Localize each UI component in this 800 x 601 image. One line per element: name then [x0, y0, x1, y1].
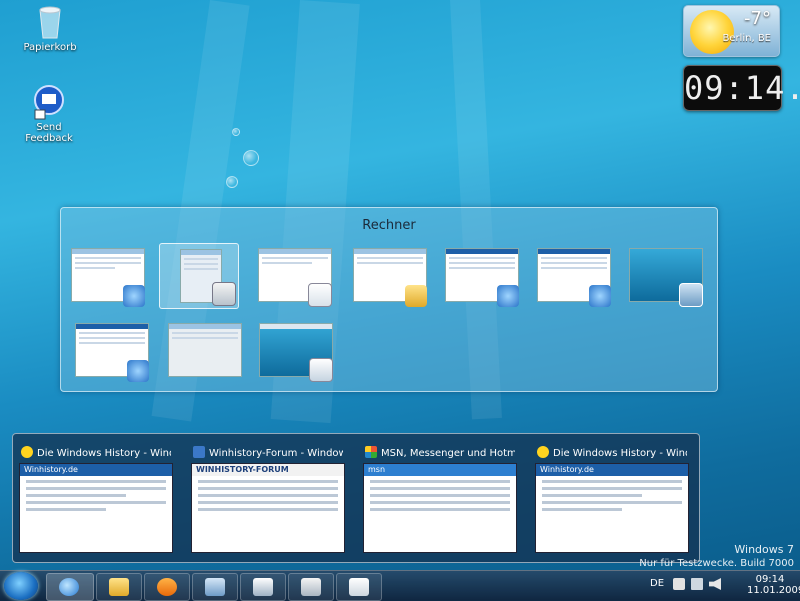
network-icon[interactable] [691, 578, 703, 590]
paint-icon [309, 358, 333, 382]
preview-thumbnail: WINHISTORY-FORUM [191, 463, 345, 553]
calculator-icon [212, 282, 236, 306]
taskbar-time: 09:14 [755, 574, 785, 585]
folder-icon [405, 285, 427, 307]
preview-window-2[interactable]: Winhistory-Forum - Windows I... WINHISTO… [185, 434, 345, 562]
preview-title: MSN, Messenger und Hotmail s... [381, 448, 515, 459]
browser-icon [497, 285, 519, 307]
preview-window-1[interactable]: Die Windows History - Window... Winhisto… [13, 434, 173, 562]
switcher-thumb-document[interactable] [254, 243, 334, 309]
build-watermark: Nur für Testzwecke. Build 7000 [639, 558, 794, 569]
preview-site-header: WINHISTORY-FORUM [192, 464, 344, 476]
language-indicator[interactable]: DE [650, 578, 664, 589]
show-desktop-icon [679, 283, 703, 307]
taskbar-document[interactable] [336, 573, 382, 601]
media-player-icon [157, 578, 177, 596]
feedback-icon [32, 84, 66, 120]
smiley-site-icon [21, 446, 33, 458]
switcher-thumb-browser[interactable] [67, 243, 147, 309]
internet-explorer-icon [59, 578, 79, 596]
preview-site-header: Winhistory.de [536, 464, 688, 476]
preview-site-header: msn [364, 464, 516, 476]
window-thumbnail [168, 323, 242, 377]
taskbar-preview-group: Die Windows History - Window... Winhisto… [12, 433, 700, 563]
taskbar-explorer[interactable] [96, 573, 142, 601]
preview-window-3[interactable]: MSN, Messenger und Hotmail s... msn [357, 434, 517, 562]
switcher-thumb-desktop[interactable] [625, 243, 705, 309]
weather-city: Berlin, BE [722, 33, 771, 44]
taskbar-calculator[interactable] [288, 573, 334, 601]
desktop-icon-recycle-bin[interactable]: Papierkorb [15, 4, 85, 53]
folder-icon [109, 578, 129, 596]
switcher-thumb-explorer[interactable] [349, 243, 429, 309]
window-switcher: Rechner [60, 207, 718, 392]
preview-thumbnail: msn [363, 463, 517, 553]
weather-temperature: -7° [744, 8, 771, 29]
sun-icon [690, 10, 734, 54]
recycle-bin-icon [33, 4, 67, 40]
document-icon [308, 283, 332, 307]
weather-gadget[interactable]: -7° Berlin, BE [683, 5, 780, 57]
bubble [226, 176, 238, 188]
browser-icon [589, 285, 611, 307]
bubble [243, 150, 259, 166]
taskbar-clock[interactable]: 09:14 11.01.2009 [747, 574, 800, 596]
preview-title: Die Windows History - Window... [553, 448, 687, 459]
taskbar-internet-explorer[interactable] [46, 573, 94, 601]
forum-site-icon [193, 446, 205, 458]
paint-icon [253, 578, 273, 596]
switcher-thumb-browser-2[interactable] [441, 243, 521, 309]
switcher-thumb-media[interactable] [164, 318, 244, 384]
preview-title: Winhistory-Forum - Windows I... [209, 448, 343, 459]
preview-site-header: Winhistory.de [20, 464, 172, 476]
clock-gadget[interactable]: 09:14. [683, 65, 800, 111]
desktop-icon-label: Send Feedback [25, 122, 73, 144]
switcher-thumb-browser-4[interactable] [71, 318, 151, 384]
browser-icon [123, 285, 145, 307]
smiley-site-icon [537, 446, 549, 458]
browser-icon [127, 360, 149, 382]
preview-thumbnail: Winhistory.de [535, 463, 689, 553]
switcher-title: Rechner [362, 218, 416, 233]
preview-window-4[interactable]: Die Windows History - Window... Winhisto… [529, 434, 689, 562]
preview-thumbnail: Winhistory.de [19, 463, 173, 553]
msn-site-icon [365, 446, 377, 458]
taskbar-paint[interactable] [240, 573, 286, 601]
document-icon [349, 578, 369, 596]
desktop-icon-label: Papierkorb [23, 42, 77, 53]
switcher-thumb-browser-3[interactable] [533, 243, 613, 309]
taskbar-media-player[interactable] [144, 573, 190, 601]
preview-title: Die Windows History - Window... [37, 448, 171, 459]
switcher-thumb-paint[interactable] [255, 318, 335, 384]
bubble [232, 128, 240, 136]
calculator-icon [301, 578, 321, 596]
program-icon [205, 578, 225, 596]
windows-watermark: Windows 7 [734, 543, 794, 556]
switcher-thumb-calculator[interactable] [159, 243, 239, 309]
start-button[interactable] [4, 572, 38, 600]
action-center-icon[interactable] [673, 578, 685, 590]
taskbar-date: 11.01.2009 [747, 585, 800, 596]
desktop-icon-send-feedback[interactable]: Send Feedback [14, 84, 84, 144]
taskbar-app-4[interactable] [192, 573, 238, 601]
